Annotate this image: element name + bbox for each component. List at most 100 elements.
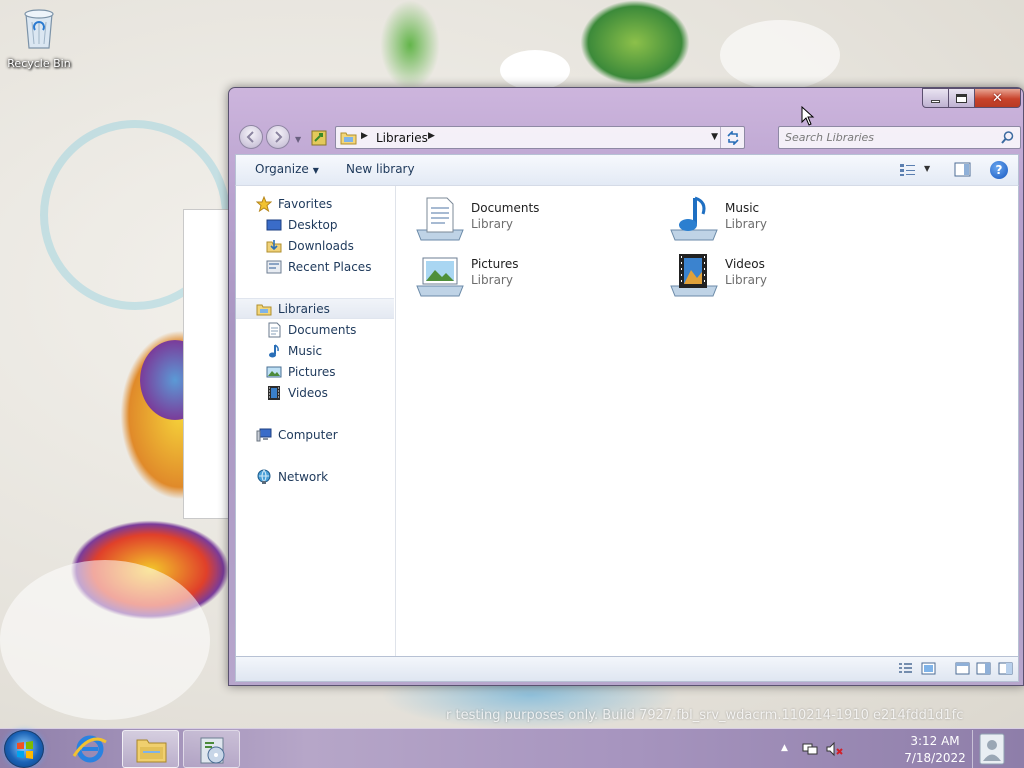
- nav-item-downloads[interactable]: Downloads: [236, 235, 394, 256]
- libraries-folder-icon: [340, 132, 357, 145]
- forward-button[interactable]: [266, 125, 290, 149]
- nav-item-label: Videos: [288, 385, 328, 400]
- recent-locations-icon[interactable]: [311, 130, 327, 146]
- windows-logo-icon: [17, 741, 33, 759]
- volume-muted-icon[interactable]: [826, 741, 844, 757]
- taskbar-windows-explorer[interactable]: [122, 730, 179, 768]
- documents-library-icon: [416, 197, 464, 241]
- taskbar: ▲ 3:12 AM 7/18/2022: [0, 728, 1024, 768]
- explorer-window[interactable]: ✕ ▼ ▶ Libraries ▶ ▼ Search Libraries Org…: [228, 87, 1024, 686]
- user-icon: [979, 733, 1005, 765]
- layout-preview-pane-icon[interactable]: [998, 662, 1013, 675]
- command-bar: Organize ▼ New library ▼ ?: [235, 154, 1019, 185]
- recycle-bin-desktop-icon[interactable]: Recycle Bin: [4, 4, 74, 70]
- forward-arrow-icon: [275, 131, 283, 143]
- recycle-bin-icon: [24, 9, 54, 49]
- library-kind: Library: [725, 217, 767, 231]
- back-arrow-icon: [246, 131, 254, 143]
- close-icon: ✕: [992, 90, 1003, 106]
- internet-explorer-icon: [72, 735, 107, 763]
- nav-item-desktop[interactable]: Desktop: [236, 214, 394, 235]
- media-center-icon: [200, 737, 225, 764]
- close-button[interactable]: ✕: [975, 88, 1021, 108]
- star-icon: [256, 195, 272, 212]
- taskbar-media-center[interactable]: [183, 730, 240, 768]
- nav-favorites[interactable]: Favorites: [236, 193, 394, 214]
- downloads-folder-icon: [266, 239, 282, 252]
- library-documents[interactable]: Documents Library: [415, 194, 655, 246]
- nav-item-label: Recent Places: [288, 259, 372, 274]
- content-pane: Documents Library Music Library Pictures…: [397, 186, 1019, 656]
- minimize-button[interactable]: [922, 88, 949, 108]
- picture-icon: [266, 366, 282, 377]
- navigation-row: ▼ ▶ Libraries ▶ ▼: [229, 120, 1023, 152]
- address-history-dropdown[interactable]: ▼: [711, 132, 718, 142]
- breadcrumb-arrow[interactable]: ▶: [428, 131, 435, 141]
- nav-item-label: Music: [288, 343, 323, 358]
- library-name: Documents: [471, 201, 540, 215]
- videos-library-icon: [670, 254, 718, 297]
- start-button[interactable]: [4, 730, 44, 768]
- details-view-icon[interactable]: [898, 662, 913, 675]
- new-library-button[interactable]: New library: [346, 162, 415, 176]
- desktop-icon: [266, 219, 282, 230]
- network-icon: [257, 469, 271, 484]
- library-videos[interactable]: Videos Library: [669, 250, 909, 302]
- address-bar[interactable]: ▶ Libraries ▶ ▼: [335, 126, 745, 149]
- recent-places-icon: [266, 260, 282, 273]
- maximize-button[interactable]: [949, 88, 975, 108]
- nav-item-music[interactable]: Music: [236, 340, 394, 361]
- library-kind: Library: [471, 273, 513, 287]
- layout-details-pane-icon[interactable]: [976, 662, 991, 675]
- nav-item-label: Downloads: [288, 238, 354, 253]
- search-input[interactable]: [785, 129, 990, 146]
- nav-item-videos[interactable]: Videos: [236, 382, 394, 403]
- explorer-body: Favorites Desktop Downloads Recent Place…: [235, 185, 1019, 657]
- show-hidden-icons-button[interactable]: ▲: [781, 743, 788, 753]
- organize-label: Organize: [255, 162, 309, 176]
- nav-network[interactable]: Network: [236, 466, 394, 487]
- breadcrumb-libraries[interactable]: Libraries: [376, 131, 428, 145]
- nav-item-recent-places[interactable]: Recent Places: [236, 256, 394, 277]
- navigation-pane: Favorites Desktop Downloads Recent Place…: [236, 186, 396, 656]
- nav-libraries-label: Libraries: [278, 301, 330, 316]
- back-button[interactable]: [239, 125, 263, 149]
- layout-single-pane-icon[interactable]: [955, 662, 970, 675]
- document-icon: [268, 322, 281, 337]
- organize-button[interactable]: Organize ▼: [255, 162, 319, 176]
- status-bar: [235, 657, 1019, 682]
- search-box[interactable]: [778, 126, 1021, 149]
- library-pictures[interactable]: Pictures Library: [415, 250, 655, 302]
- refresh-button[interactable]: [720, 127, 744, 148]
- view-options-dropdown[interactable]: ▼: [924, 164, 930, 173]
- recent-pages-dropdown[interactable]: ▼: [295, 135, 301, 144]
- system-clock[interactable]: 3:12 AM 7/18/2022: [895, 733, 975, 767]
- breadcrumb-root-arrow[interactable]: ▶: [361, 131, 368, 141]
- chevron-down-icon: ▼: [312, 166, 319, 175]
- taskbar-internet-explorer[interactable]: [62, 730, 119, 768]
- recycle-bin-label: Recycle Bin: [7, 57, 71, 70]
- network-tray-icon[interactable]: [802, 741, 818, 757]
- nav-favorites-label: Favorites: [278, 196, 333, 211]
- nav-item-label: Pictures: [288, 364, 336, 379]
- refresh-icon: [726, 130, 739, 145]
- preview-pane-icon[interactable]: [954, 162, 971, 177]
- window-controls: ✕: [922, 88, 1021, 108]
- change-view-icon[interactable]: [899, 163, 916, 177]
- music-library-icon: [670, 196, 718, 241]
- clock-time: 3:12 AM: [910, 734, 960, 748]
- nav-computer[interactable]: Computer: [236, 424, 394, 445]
- mouse-cursor-icon: [801, 106, 815, 126]
- show-desktop-button[interactable]: [972, 730, 1008, 768]
- library-name: Music: [725, 201, 760, 215]
- title-bar[interactable]: ✕: [229, 88, 1023, 120]
- nav-item-pictures[interactable]: Pictures: [236, 361, 394, 382]
- minimize-icon: [931, 99, 940, 103]
- library-music[interactable]: Music Library: [669, 194, 909, 246]
- thumbnail-view-icon[interactable]: [921, 662, 936, 675]
- nav-item-documents[interactable]: Documents: [236, 319, 394, 340]
- search-icon[interactable]: [1001, 131, 1014, 144]
- nav-libraries[interactable]: Libraries: [236, 298, 394, 319]
- nav-computer-label: Computer: [278, 427, 338, 442]
- help-icon[interactable]: ?: [990, 161, 1008, 179]
